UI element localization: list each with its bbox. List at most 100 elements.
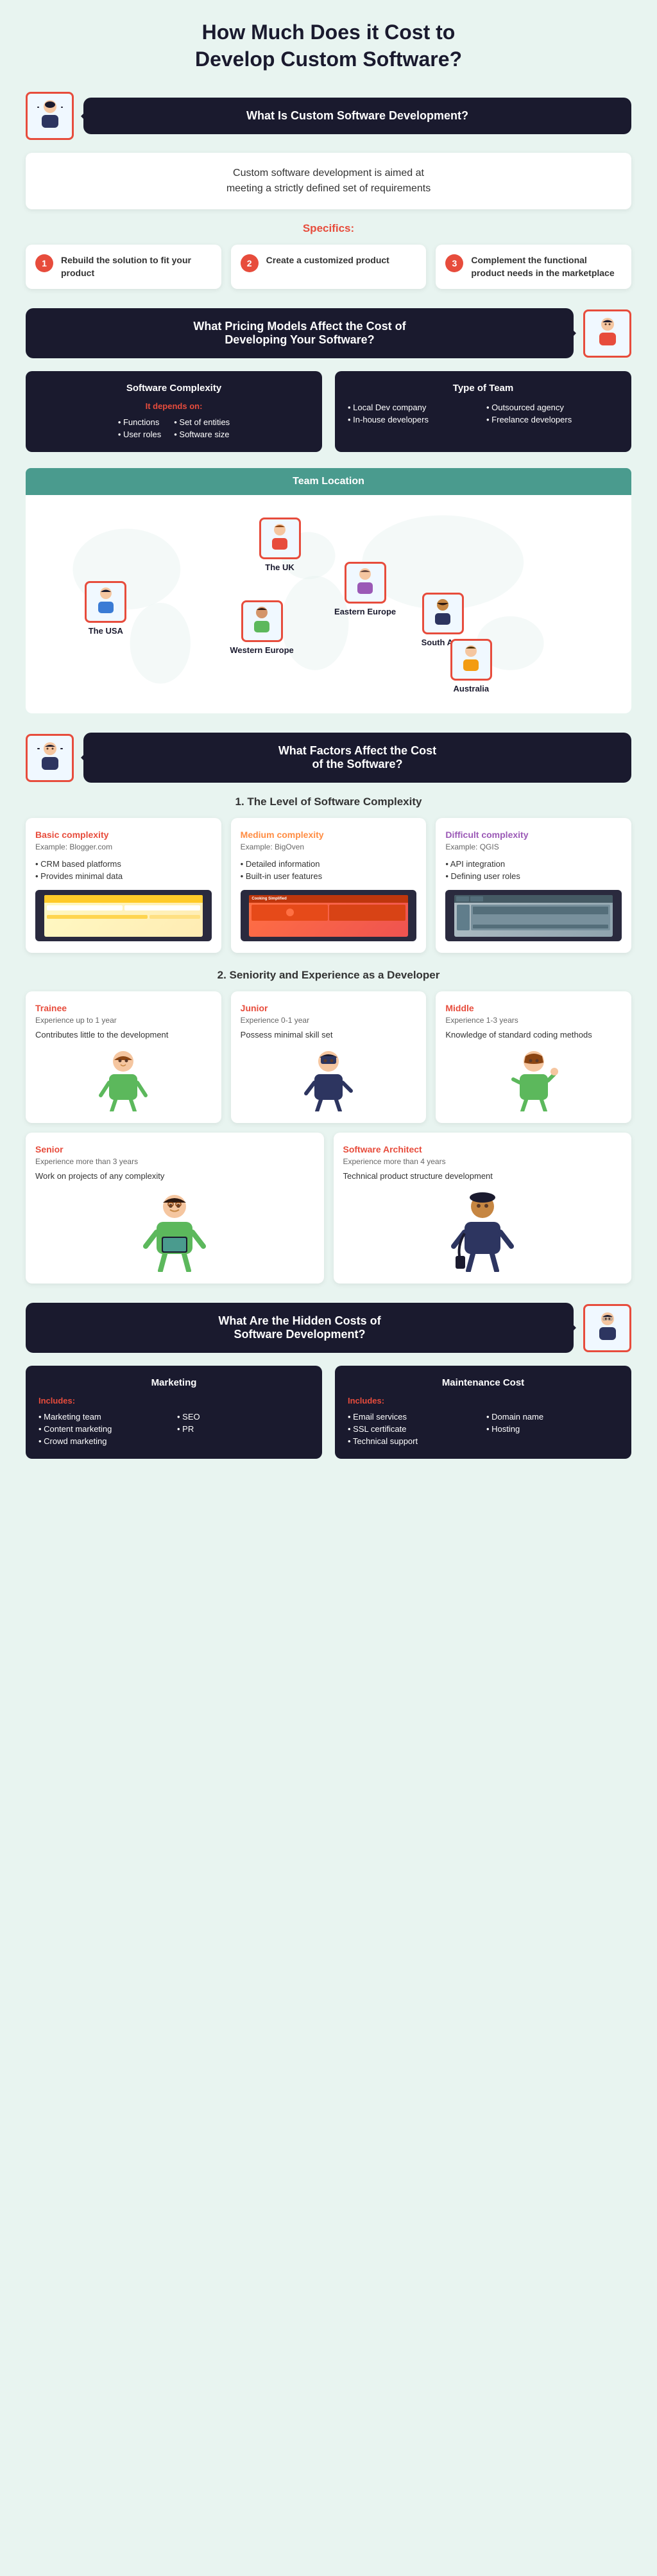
trainee-desc: Contributes little to the development	[35, 1030, 212, 1040]
team-type-col1: Local Dev company In-house developers	[348, 401, 480, 426]
pin-avatar-we	[241, 600, 283, 642]
section2-header: What Pricing Models Affect the Cost of D…	[26, 308, 631, 358]
pin-eastern-europe: Eastern Europe	[334, 562, 396, 616]
seniority-grid-bottom: Senior Experience more than 3 years Work…	[26, 1133, 631, 1284]
complexity-medium: Medium complexity Example: BigOven Detai…	[231, 818, 427, 953]
screen-difficult	[454, 895, 613, 937]
pin-avatar-ee	[345, 562, 386, 604]
complexity-col2: Set of entities Software size	[174, 416, 230, 440]
pin-avatar-usa	[85, 581, 126, 623]
pin-uk: The UK	[259, 518, 301, 572]
pin-australia: Australia	[450, 639, 492, 693]
middle-title: Middle	[445, 1003, 622, 1013]
complexity-difficult-example: Example: QGIS	[445, 842, 622, 851]
laptop-medium: Cooking Simplified	[241, 890, 417, 941]
maintenance-cols: Email services SSL certificate Technical…	[348, 1411, 619, 1447]
architect-avatar	[343, 1188, 622, 1272]
middle-avatar	[445, 1047, 622, 1111]
laptop-difficult	[445, 890, 622, 941]
factors-section: What Factors Affect the Cost of the Soft…	[26, 733, 631, 1284]
complexity-col1: Functions User roles	[118, 416, 161, 440]
trainee-avatar	[35, 1047, 212, 1111]
senior-avatar	[35, 1188, 314, 1272]
seniority-architect: Software Architect Experience more than …	[334, 1133, 632, 1284]
screen-medium: Cooking Simplified	[249, 895, 407, 937]
pin-western-europe: Western Europe	[230, 600, 293, 655]
senior-title: Senior	[35, 1144, 314, 1154]
architect-exp: Experience more than 4 years	[343, 1157, 622, 1166]
trainee-exp: Experience up to 1 year	[35, 1016, 212, 1025]
seniority-middle: Middle Experience 1-3 years Knowledge of…	[436, 991, 631, 1123]
complexity-medium-example: Example: BigOven	[241, 842, 417, 851]
complexity-grid: Basic complexity Example: Blogger.com CR…	[26, 818, 631, 953]
specifics-grid: 1 Rebuild the solution to fit your produ…	[26, 245, 631, 289]
marketing-card: Marketing Includes: Marketing team Conte…	[26, 1366, 322, 1459]
depends-on-label: It depends on:	[38, 401, 309, 411]
section1-bubble: What Is Custom Software Development?	[83, 98, 631, 134]
complexity-difficult: Difficult complexity Example: QGIS API i…	[436, 818, 631, 953]
specifics-label: Specifics:	[26, 222, 631, 235]
maintenance-includes-label: Includes:	[348, 1396, 619, 1405]
software-complexity-title: Software Complexity	[38, 383, 309, 394]
architect-title: Software Architect	[343, 1144, 622, 1154]
complexity-difficult-list: API integration Defining user roles	[445, 858, 622, 882]
specific-number-3: 3	[445, 254, 463, 272]
screen-basic	[44, 895, 203, 937]
avatar-person4	[583, 1304, 631, 1352]
seniority-trainee: Trainee Experience up to 1 year Contribu…	[26, 991, 221, 1123]
specific-text-1: Rebuild the solution to fit your product	[61, 254, 212, 279]
complexity-basic-example: Example: Blogger.com	[35, 842, 212, 851]
team-location-section: Team Location	[26, 468, 631, 713]
specific-number-1: 1	[35, 254, 53, 272]
complexity-basic-title: Basic complexity	[35, 830, 212, 840]
specific-item-1: 1 Rebuild the solution to fit your produ…	[26, 245, 221, 289]
complexity-basic: Basic complexity Example: Blogger.com CR…	[26, 818, 221, 953]
seniority-grid-top: Trainee Experience up to 1 year Contribu…	[26, 991, 631, 1123]
section1-info: Custom software development is aimed atm…	[26, 153, 631, 209]
seniority-senior: Senior Experience more than 3 years Work…	[26, 1133, 324, 1284]
pricing-grid: Software Complexity It depends on: Funct…	[26, 371, 631, 452]
junior-exp: Experience 0-1 year	[241, 1016, 417, 1025]
team-type-card: Type of Team Local Dev company In-house …	[335, 371, 631, 452]
junior-desc: Possess minimal skill set	[241, 1030, 417, 1040]
page-title: How Much Does it Cost to Develop Custom …	[26, 19, 631, 73]
maintenance-col2: Domain name Hosting	[486, 1411, 619, 1447]
pin-avatar-uk	[259, 518, 301, 559]
specific-text-3: Complement the functional product needs …	[471, 254, 622, 279]
factors-bubble: What Factors Affect the Cost of the Soft…	[83, 733, 631, 783]
section2-bubble: What Pricing Models Affect the Cost of D…	[26, 308, 574, 358]
middle-exp: Experience 1-3 years	[445, 1016, 622, 1025]
seniority-junior: Junior Experience 0-1 year Possess minim…	[231, 991, 427, 1123]
complexity-difficult-title: Difficult complexity	[445, 830, 622, 840]
section1-header: What Is Custom Software Development?	[26, 92, 631, 140]
avatar-person2	[583, 309, 631, 358]
complexity-basic-list: CRM based platforms Provides minimal dat…	[35, 858, 212, 882]
pin-usa: The USA	[85, 581, 126, 636]
section4-bubble: What Are the Hidden Costs of Software De…	[26, 1303, 574, 1353]
maintenance-col1: Email services SSL certificate Technical…	[348, 1411, 480, 1447]
subsection1-title: 1. The Level of Software Complexity	[26, 796, 631, 808]
avatar-person1	[26, 92, 74, 140]
architect-desc: Technical product structure development	[343, 1171, 622, 1181]
junior-title: Junior	[241, 1003, 417, 1013]
factors-speech: What Factors Affect the Cost of the Soft…	[26, 733, 631, 783]
specific-text-2: Create a customized product	[266, 254, 389, 267]
avatar-person3	[26, 734, 74, 782]
middle-desc: Knowledge of standard coding methods	[445, 1030, 622, 1040]
marketing-includes-label: Includes:	[38, 1396, 309, 1405]
team-type-title: Type of Team	[348, 383, 619, 394]
maintenance-card: Maintenance Cost Includes: Email service…	[335, 1366, 631, 1459]
trainee-title: Trainee	[35, 1003, 212, 1013]
marketing-title: Marketing	[38, 1377, 309, 1388]
laptop-basic	[35, 890, 212, 941]
specific-item-3: 3 Complement the functional product need…	[436, 245, 631, 289]
junior-avatar	[241, 1047, 417, 1111]
map-container: The USA The UK	[26, 495, 631, 713]
subsection2-title: 2. Seniority and Experience as a Develop…	[26, 969, 631, 982]
team-type-col2: Outsourced agency Freelance developers	[486, 401, 619, 426]
specific-number-2: 2	[241, 254, 259, 272]
marketing-cols: Marketing team Content marketing Crowd m…	[38, 1411, 309, 1447]
pin-avatar-au	[450, 639, 492, 681]
maintenance-title: Maintenance Cost	[348, 1377, 619, 1388]
location-pins: The USA The UK	[38, 508, 619, 701]
